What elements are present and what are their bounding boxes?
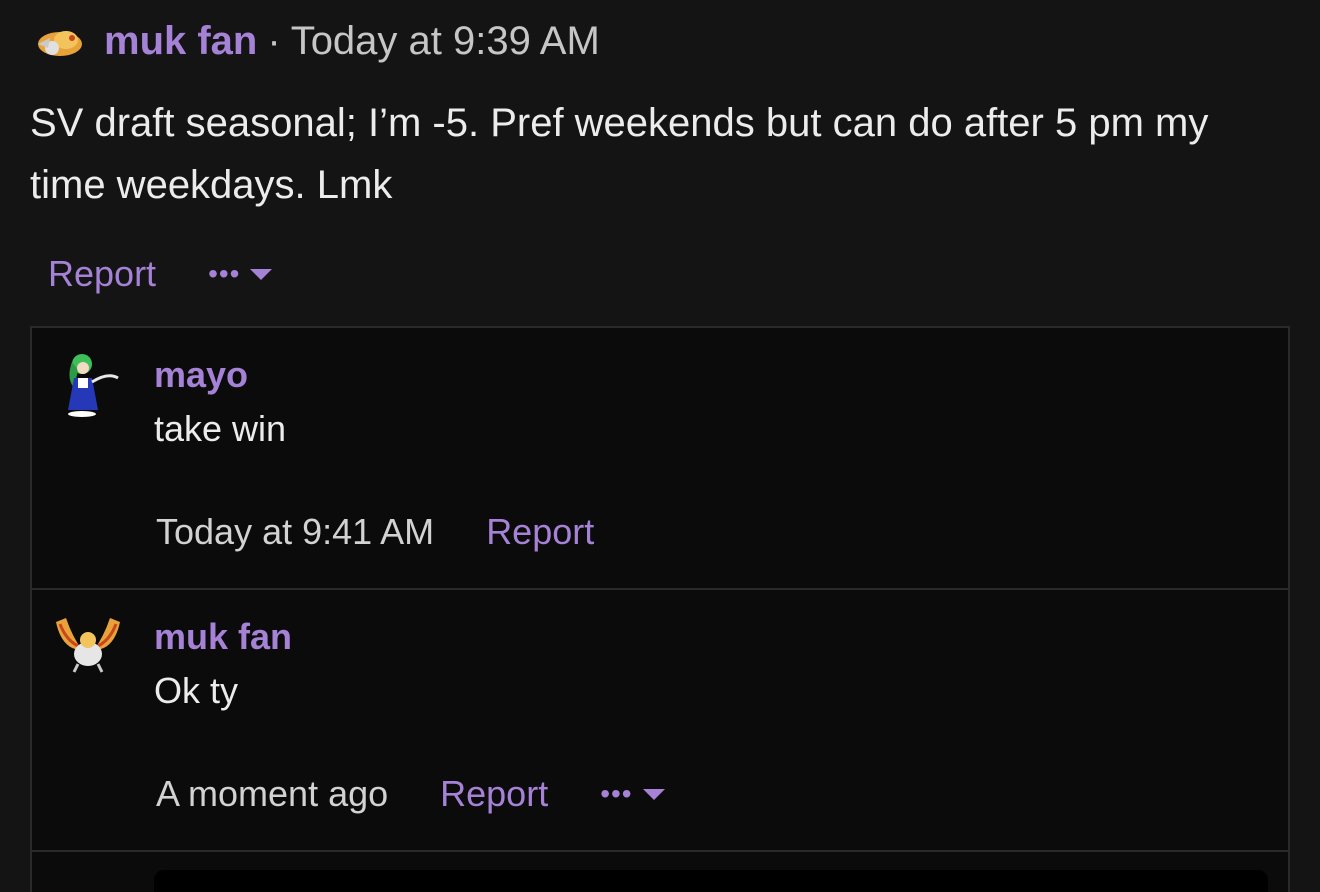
reply-timestamp[interactable]: A moment ago (156, 773, 388, 815)
report-link[interactable]: Report (48, 253, 156, 295)
reply-text: Ok ty (154, 670, 239, 711)
more-options-button[interactable]: ••• (208, 258, 273, 290)
reply-author[interactable]: muk fan (154, 616, 292, 658)
reply-item: muk fan Ok ty A moment ago Report ••• (32, 590, 1288, 852)
more-options-button[interactable]: ••• (600, 778, 665, 810)
more-dots-icon: ••• (208, 258, 241, 289)
report-link[interactable]: Report (486, 511, 594, 553)
post-author[interactable]: muk fan (104, 19, 257, 64)
reply-timestamp[interactable]: Today at 9:41 AM (156, 511, 434, 553)
replies-panel: mayo take win Today at 9:41 AM Report mu… (30, 326, 1290, 892)
post-body: SV draft seasonal; I’m -5. Pref weekends… (30, 101, 1209, 207)
chevron-down-icon (250, 268, 273, 280)
post-header: muk fan · Today at 9:39 AM (30, 14, 600, 68)
reply-author[interactable]: mayo (154, 354, 248, 396)
chevron-down-icon (642, 788, 665, 800)
post-actions: Report ••• (48, 250, 273, 298)
reply-footer: A moment ago Report ••• (156, 770, 665, 818)
reply-composer-input[interactable] (154, 870, 1268, 892)
user-avatar[interactable] (30, 14, 90, 68)
post-timestamp[interactable]: Today at 9:39 AM (291, 19, 600, 64)
reply-item: mayo take win Today at 9:41 AM Report (32, 328, 1288, 590)
reply-avatar[interactable] (52, 348, 124, 420)
report-link[interactable]: Report (440, 773, 548, 815)
reply-text: take win (154, 408, 287, 449)
reply-avatar[interactable] (52, 610, 124, 682)
post-separator: · (267, 18, 281, 63)
more-dots-icon: ••• (600, 778, 633, 809)
reply-footer: Today at 9:41 AM Report (156, 508, 594, 556)
